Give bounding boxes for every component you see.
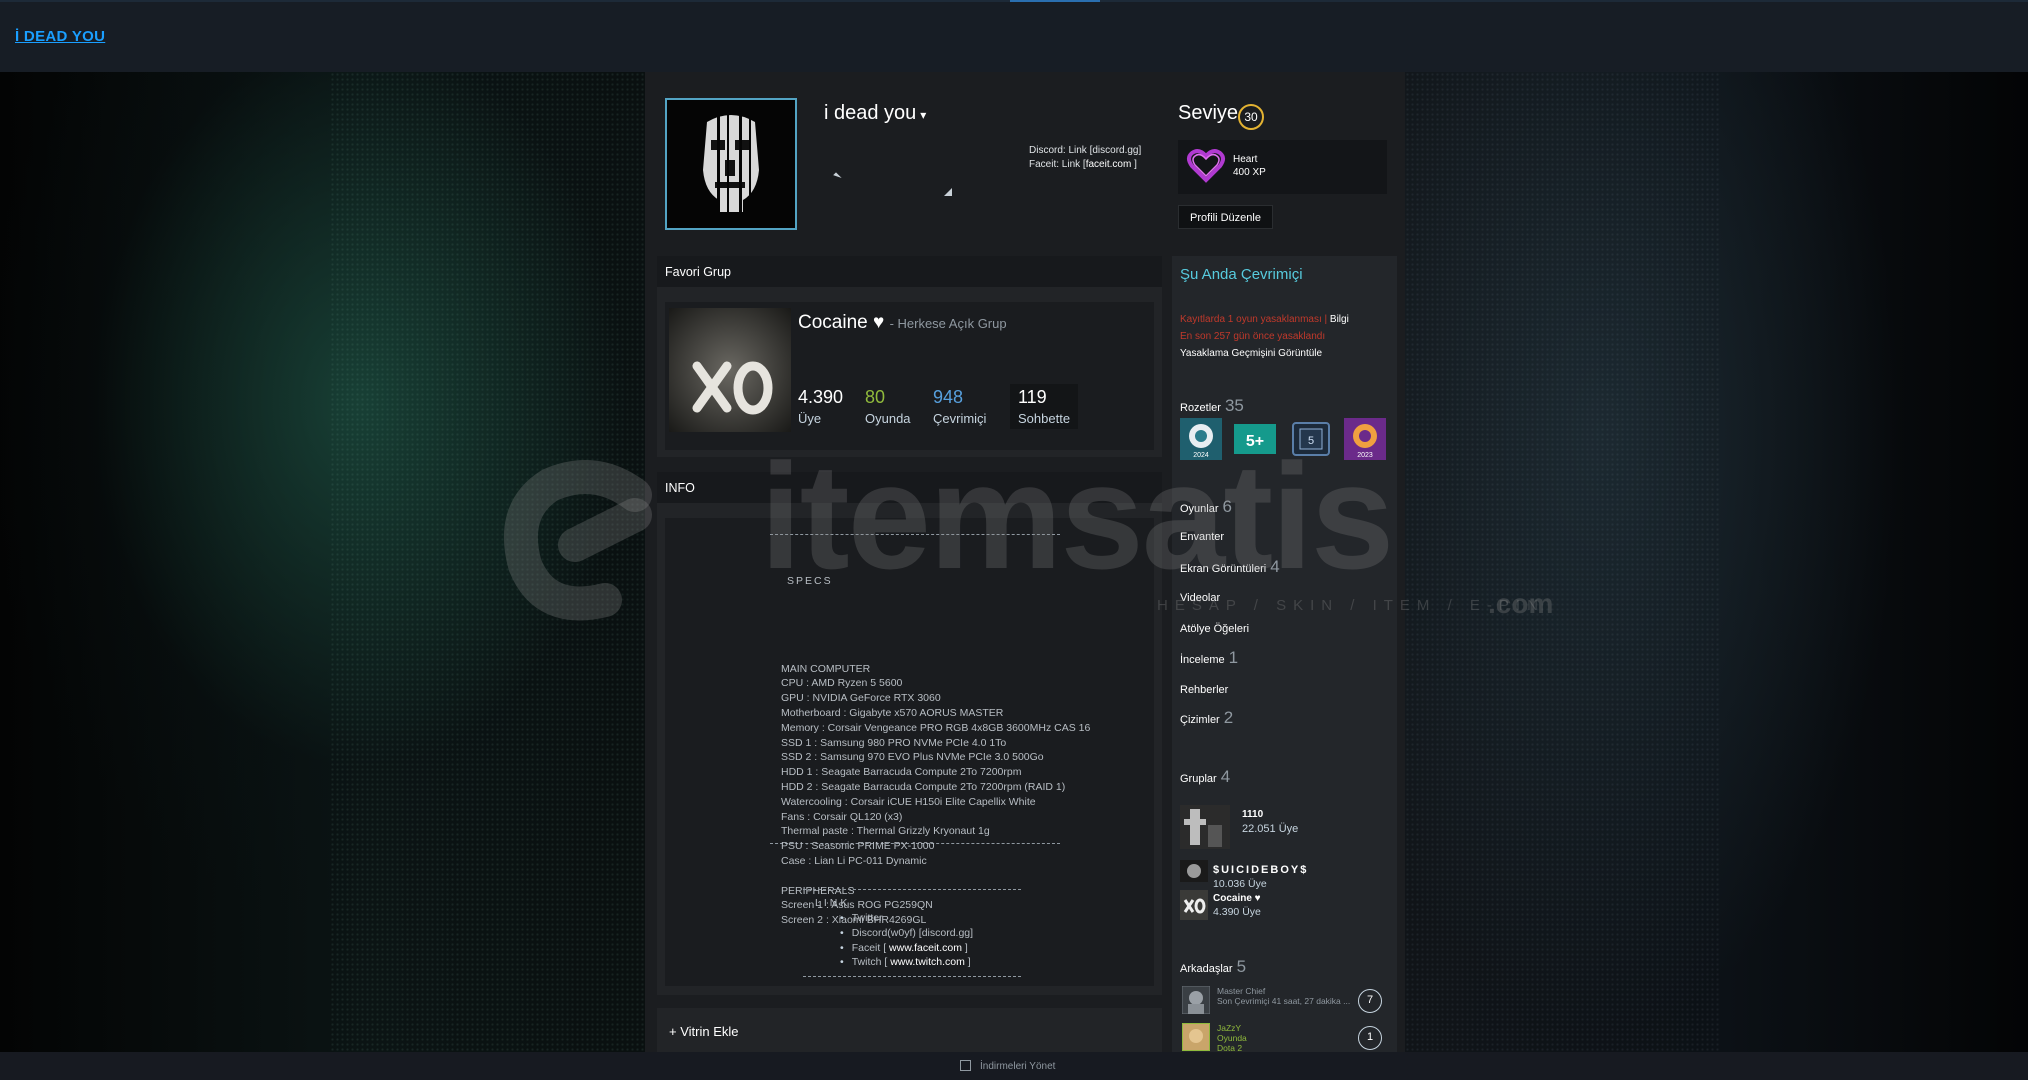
spec-line: Motherboard : Gigabyte x570 AORUS MASTER	[781, 706, 1004, 719]
workshop-link[interactable]: Atölye Öğeleri	[1180, 623, 1249, 635]
level-label: Seviye	[1178, 102, 1239, 124]
badge-name: Heart	[1233, 154, 1258, 165]
group-name[interactable]: Cocaine ♥ - Herkese Açık Grup	[798, 312, 1007, 334]
friends-link[interactable]: Arkadaşlar 5	[1180, 957, 1246, 977]
links-list: Twitter Discord(w0yf) [discord.gg] Facei…	[840, 911, 973, 970]
stat-in-game: 80 Oyunda	[865, 387, 911, 426]
friend-level: 1	[1358, 1026, 1382, 1050]
artwork-link[interactable]: Çizimler 2	[1180, 708, 1233, 728]
spec-line: CPU : AMD Ryzen 5 5600	[781, 677, 903, 690]
persona-name[interactable]: i dead you ▾	[824, 102, 926, 125]
spec-line: Memory : Corsair Vengeance PRO RGB 4x8GB…	[781, 721, 1091, 734]
spec-line: GPU : NVIDIA GeForce RTX 3060	[781, 692, 941, 705]
spec-list: MAIN COMPUTER CPU : AMD Ryzen 5 5600 GPU :…	[781, 662, 1090, 928]
spec-line: Fans : Corsair QL120 (x3)	[781, 810, 903, 823]
chevron-down-icon[interactable]: ▾	[920, 108, 926, 122]
watermark-tagline: HESAP / SKIN / ITEM / E-PIN	[1157, 597, 1545, 614]
stat-online: 948 Çevrimiçi	[933, 387, 987, 426]
reviews-link[interactable]: İnceleme 1	[1180, 648, 1238, 668]
group-name-text: Cocaine ♥	[798, 312, 885, 333]
link-item-discord[interactable]: Discord(w0yf) [discord.gg]	[840, 926, 973, 941]
summary-line-1: Discord: Link [discord.gg]	[1029, 145, 1142, 156]
persona-name-text: i dead you	[824, 102, 917, 124]
add-showcase-label[interactable]: + Vitrin Ekle	[669, 1024, 739, 1039]
friend-level: 7	[1358, 989, 1382, 1013]
friend-row-jazzy[interactable]: JaZzY Oyunda Dota 2 1	[1182, 1023, 1392, 1053]
favorite-group-panel: Favori Grup Cocaine ♥ - Herkese Açık Gru…	[657, 256, 1162, 457]
favorite-group-header: Favori Grup	[657, 256, 1162, 287]
avatar-image	[667, 100, 795, 228]
spec-line	[781, 869, 1090, 884]
spec-line: HDD 2 : Seagate Barracuda Compute 2To 72…	[781, 780, 1066, 793]
edit-profile-button[interactable]: Profili Düzenle	[1178, 205, 1273, 229]
faceit-link[interactable]: faceit.com	[1086, 159, 1132, 170]
friend-avatar	[1182, 1023, 1210, 1051]
friend-info: JaZzY Oyunda Dota 2	[1217, 1023, 1247, 1053]
bottom-bar: İndirmeleri Yönet	[0, 1052, 2028, 1080]
background-pattern-left	[330, 72, 645, 1052]
window-title[interactable]: İ DEAD YOU	[15, 28, 105, 45]
group-cocaine-avatar[interactable]	[1180, 890, 1208, 920]
ban-notice: Kayıtlarda 1 oyun yasaklanması | Bilgi	[1180, 314, 1349, 325]
heart-badge-icon	[1187, 149, 1225, 183]
spec-line: SSD 1 : Samsung 980 PRO NVMe PCIe 4.0 1T…	[781, 736, 1007, 749]
guides-link[interactable]: Rehberler	[1180, 684, 1228, 696]
link-item-twitter[interactable]: Twitter	[840, 911, 973, 926]
spec-line: MAIN COMPUTER	[781, 662, 871, 675]
profile-summary: Discord: Link [discord.gg] Faceit: Link …	[1029, 144, 1141, 172]
manage-downloads-button[interactable]: İndirmeleri Yönet	[980, 1061, 1055, 1072]
group-row-cocaine[interactable]: Cocaine ♥ 4.390 Üye	[1213, 893, 1261, 918]
watermark-suffix: .com	[1488, 588, 1554, 619]
spec-line: Watercooling : Corsair iCUE H150i Elite …	[781, 795, 1036, 808]
level-badge[interactable]: 30	[1238, 104, 1264, 130]
group-suicideboys-avatar[interactable]	[1180, 860, 1208, 882]
group-avatar-image	[669, 308, 791, 432]
download-icon	[960, 1060, 971, 1071]
badge-xp: 400 XP	[1233, 167, 1266, 178]
groups-link[interactable]: Gruplar 4	[1180, 767, 1230, 787]
profile-avatar[interactable]	[665, 98, 797, 230]
friend-info: Master Chief Son Çevrimiçi 41 saat, 27 d…	[1217, 986, 1351, 1006]
links-title: LINK	[815, 897, 851, 909]
group-1110-avatar[interactable]	[1180, 805, 1230, 849]
group-type: - Herkese Açık Grup	[889, 316, 1007, 331]
stat-members: 4.390 Üye	[798, 387, 844, 426]
top-bar: İ DEAD YOU	[0, 0, 2028, 72]
group-avatar[interactable]	[669, 308, 791, 432]
decorative-triangle-icon-2	[944, 188, 952, 196]
spec-line: Case : Lian Li PC-011 Dynamic	[781, 854, 927, 867]
watermark-brand: itemsatis	[760, 432, 1394, 600]
spec-line: Thermal paste : Thermal Grizzly Kryonaut…	[781, 825, 990, 838]
online-status: Şu Anda Çevrimiçi	[1180, 266, 1303, 283]
spec-line: PSU : Seasonic PRIME PX-1000	[781, 840, 935, 853]
top-accent-line	[1010, 0, 1100, 2]
summary-line-2: Faceit: Link [faceit.com ]	[1029, 159, 1137, 170]
stat-in-chat[interactable]: 119 Sohbette	[1010, 384, 1079, 429]
ban-days: En son 257 gün önce yasaklandı	[1180, 331, 1326, 342]
background-pattern-right	[1405, 72, 1720, 1052]
badges-link[interactable]: Rozetler 35	[1180, 396, 1244, 416]
link-item-twitch[interactable]: Twitch [ www.twitch.com ]	[840, 955, 973, 970]
friend-row-master-chief[interactable]: Master Chief Son Çevrimiçi 41 saat, 27 d…	[1182, 986, 1392, 1016]
spec-line: SSD 2 : Samsung 970 EVO Plus NVMe PCIe 3…	[781, 751, 1044, 764]
specs-text: SPECS MAIN COMPUTER CPU : AMD Ryzen 5 560…	[781, 544, 1090, 943]
ban-info-link[interactable]: Bilgi	[1330, 314, 1349, 325]
ban-history-link[interactable]: Yasaklama Geçmişini Görüntüle	[1180, 348, 1322, 359]
spec-line: HDD 1 : Seagate Barracuda Compute 2To 72…	[781, 766, 1022, 779]
favorite-badge[interactable]: Heart 400 XP	[1178, 140, 1387, 194]
add-showcase-panel[interactable]: + Vitrin Ekle	[657, 1008, 1162, 1052]
group-row-suicideboys[interactable]: $UICIDEBOY$ 10.036 Üye	[1213, 864, 1308, 890]
friend-avatar	[1182, 986, 1210, 1014]
group-row-1110[interactable]: 1110 22.051 Üye	[1242, 809, 1298, 835]
link-item-faceit[interactable]: Faceit [ www.faceit.com ]	[840, 941, 973, 956]
